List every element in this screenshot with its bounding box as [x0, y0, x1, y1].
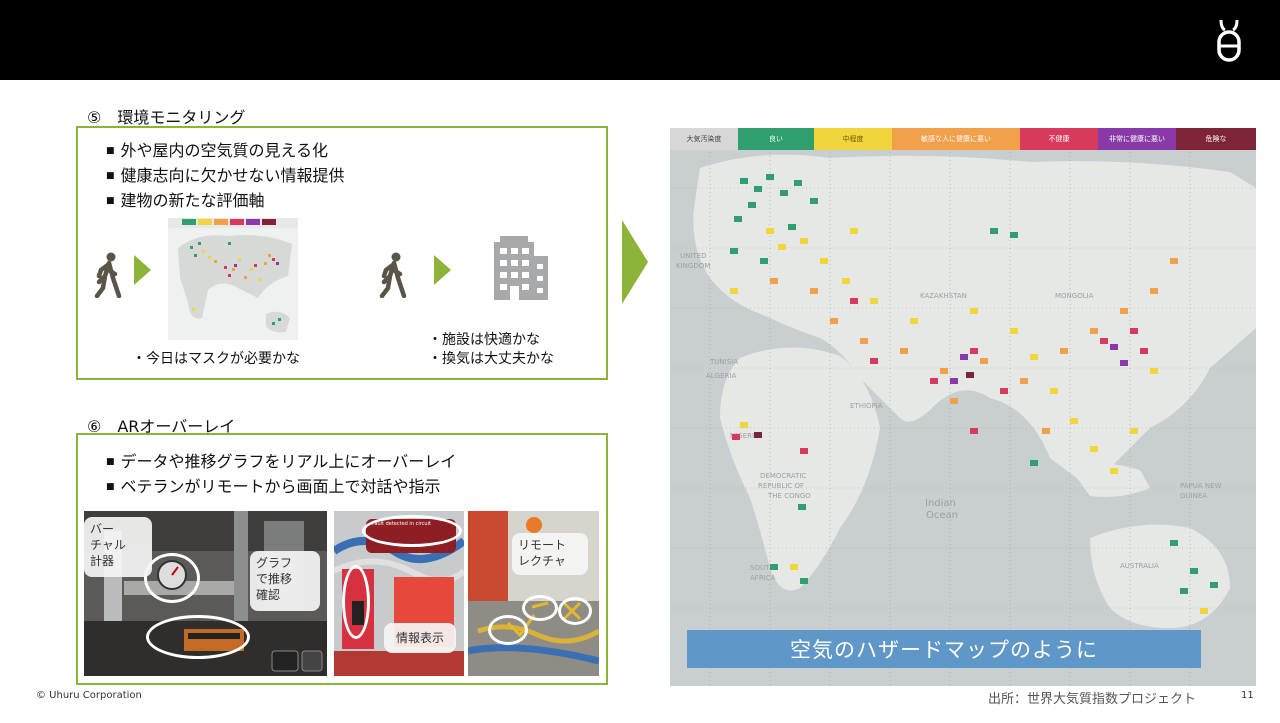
uhuru-logo-icon	[1217, 19, 1241, 62]
svg-text:Ocean: Ocean	[926, 510, 958, 521]
svg-text:AUSTRALIA: AUSTRALIA	[1120, 562, 1159, 570]
page-number: 11	[1241, 690, 1254, 701]
caption-facility: ・施設は快適かな ・換気は大丈夫かな	[428, 331, 554, 369]
svg-text:MONGOLIA: MONGOLIA	[1055, 292, 1094, 300]
highlight-ellipse	[558, 597, 592, 625]
svg-text:DEMOCRATIC: DEMOCRATIC	[760, 472, 806, 480]
highlight-ellipse	[146, 615, 250, 659]
building-icon	[494, 236, 548, 300]
caption-mask: ・今日はマスクが必要かな	[132, 351, 300, 367]
svg-text:ALGERIA: ALGERIA	[706, 372, 736, 380]
svg-text:UNITED: UNITED	[680, 252, 707, 260]
ar-photo-machine-room: バー チャル 計器 グラフ で推移 確認	[84, 511, 327, 676]
header-bar	[0, 0, 1280, 80]
section5-bullet-list: 外や屋内の空気質の見える化 健康志向に欠かせない情報提供 建物の新たな評価軸	[106, 140, 345, 215]
world-aqi-map: KAZAKHSTAN MONGOLIA TUNISIA ALGERIA DEMO…	[670, 128, 1256, 686]
svg-text:GUINEA: GUINEA	[1180, 492, 1207, 500]
svg-text:AFRICA: AFRICA	[750, 574, 776, 582]
highlight-ellipse	[522, 595, 558, 621]
callout-graph: グラフ で推移 確認	[250, 551, 320, 611]
highlight-ellipse	[144, 553, 200, 603]
legend-moderate: 中程度	[814, 128, 892, 150]
legend-hazardous: 危険な	[1176, 128, 1256, 150]
svg-text:KAZAKHSTAN: KAZAKHSTAN	[920, 292, 967, 300]
ar-photo-electrical-panel: Fault detected in circuit 情報表示	[334, 511, 464, 676]
legend-good: 良い	[738, 128, 814, 150]
svg-text:Indian: Indian	[925, 498, 956, 509]
legend-very-unhealthy: 非常に健康に悪い	[1098, 128, 1176, 150]
svg-text:REPUBLIC OF: REPUBLIC OF	[758, 482, 804, 490]
highlight-ellipse	[362, 515, 462, 547]
legend-label: 大気汚染度	[670, 128, 738, 150]
callout-info-display: 情報表示	[384, 623, 456, 653]
walking-person-icon	[379, 252, 407, 298]
ar-photo-remote-lecture: リモート レクチャ	[468, 511, 599, 676]
section5-title: ⑤ 環境モニタリング	[87, 108, 246, 127]
arrow-right-icon	[622, 220, 648, 304]
caption-line: ・施設は快適かな	[428, 332, 540, 348]
svg-text:PAPUA NEW: PAPUA NEW	[1180, 482, 1222, 490]
callout-remote-lecture: リモート レクチャ	[512, 533, 588, 575]
mini-aqi-map	[168, 218, 298, 340]
section6-bullet-list: データや推移グラフをリアル上にオーバーレイ ベテランがリモートから画面上で対話や…	[106, 451, 457, 501]
highlight-ellipse	[342, 565, 370, 639]
walking-person-icon	[94, 252, 122, 298]
bullet-item: 建物の新たな評価軸	[106, 190, 345, 215]
svg-text:THE CONGO: THE CONGO	[767, 492, 811, 500]
arrow-right-icon	[434, 255, 451, 285]
bullet-item: データや推移グラフをリアル上にオーバーレイ	[106, 451, 457, 476]
source-citation: 出所：世界大気質指数プロジェクト	[988, 692, 1197, 707]
svg-text:ETHIOPIA: ETHIOPIA	[850, 402, 883, 410]
bullet-item: 健康志向に欠かせない情報提供	[106, 165, 345, 190]
legend-unhealthy: 不健康	[1020, 128, 1098, 150]
caption-line: ・換気は大丈夫かな	[428, 351, 554, 367]
aqi-legend: 大気汚染度 良い 中程度 敏感な人に健康に悪い 不健康 非常に健康に悪い 危険な	[670, 128, 1256, 150]
callout-virtual-meter: バー チャル 計器	[84, 517, 152, 577]
bullet-item: ベテランがリモートから画面上で対話や指示	[106, 476, 456, 501]
legend-sensitive: 敏感な人に健康に悪い	[892, 128, 1020, 150]
svg-text:TUNISIA: TUNISIA	[709, 358, 738, 366]
bullet-item: 外や屋内の空気質の見える化	[106, 140, 345, 165]
arrow-right-icon	[134, 255, 151, 285]
highlight-ellipse	[488, 615, 528, 645]
copyright: © Uhuru Corporation	[36, 690, 142, 701]
hazard-map-banner: 空気のハザードマップのように	[687, 630, 1201, 668]
svg-text:KINGDOM: KINGDOM	[676, 262, 710, 270]
